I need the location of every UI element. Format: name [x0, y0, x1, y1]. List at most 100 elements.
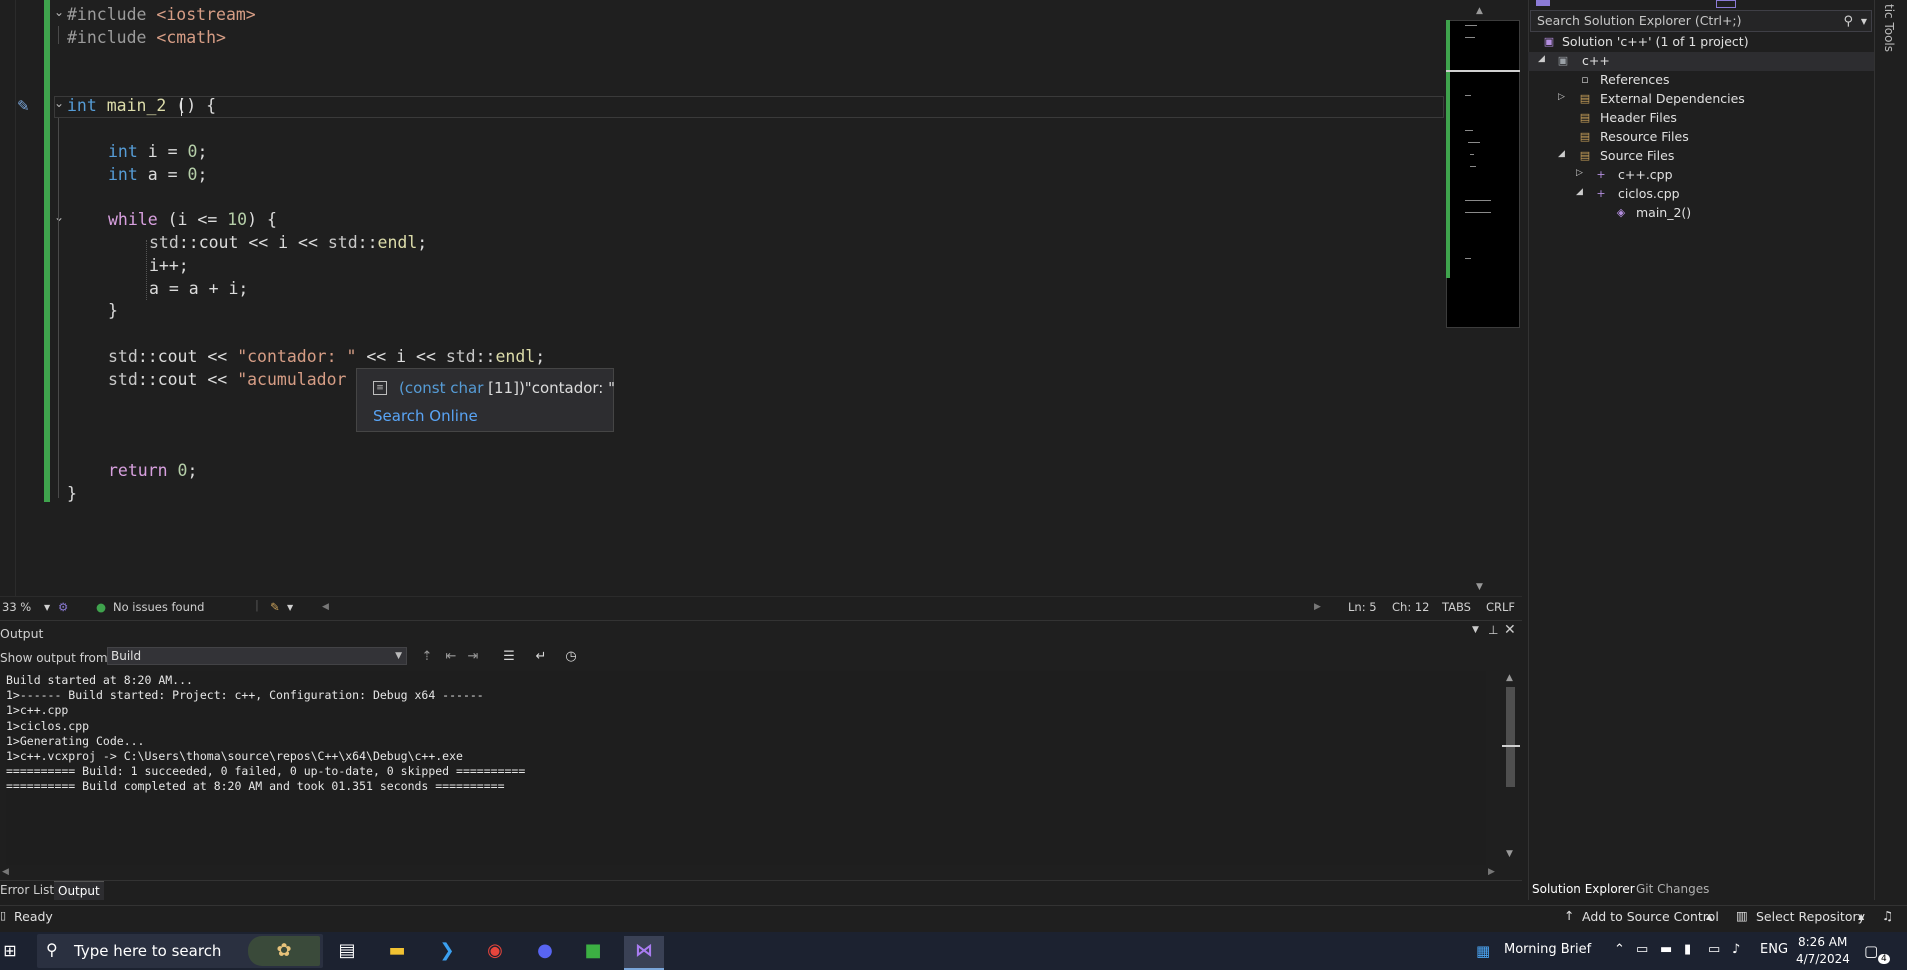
vscode-icon[interactable]: ❯ [430, 936, 464, 966]
notification-bell-icon[interactable]: ♫ [1882, 908, 1893, 923]
code-line[interactable]: a = a + i; [149, 278, 248, 300]
visual-studio-icon[interactable]: ⋈ [627, 936, 661, 966]
code-line[interactable]: #include <iostream> [67, 4, 256, 26]
fold-toggle-icon[interactable]: ⌄ [54, 5, 64, 19]
task-view-icon[interactable]: ▤ [330, 936, 364, 966]
toolbar-icon[interactable] [1716, 0, 1736, 8]
line-ending[interactable]: CRLF [1486, 600, 1515, 614]
news-widget-icon[interactable]: ▦ [1476, 942, 1490, 960]
windows-start-icon[interactable]: ⊞ [0, 932, 20, 970]
code-cleanup-icon[interactable]: ✎ [270, 600, 280, 614]
file-explorer-icon[interactable]: ▬ [380, 936, 414, 966]
weather-widget[interactable]: Morning Brief [1504, 942, 1591, 957]
pin-icon[interactable]: ⊥ [1488, 623, 1498, 637]
tree-item-resource-files[interactable]: ▤ Resource Files [1528, 128, 1874, 147]
next-message-icon[interactable]: ⇥ [464, 648, 482, 666]
tree-item-ciclos-file[interactable]: ◢ + ciclos.cpp [1528, 185, 1874, 204]
scroll-left-icon[interactable]: ◀ [322, 602, 329, 612]
code-line[interactable]: int a = 0; [108, 164, 207, 186]
upload-arrow-icon[interactable]: ↑ [1564, 908, 1574, 923]
tab-solution-explorer[interactable]: Solution Explorer [1532, 882, 1635, 896]
code-line[interactable]: int i = 0; [108, 141, 207, 163]
code-line[interactable]: std::cout << i << std::endl; [149, 232, 427, 254]
collapsed-arrow-icon[interactable]: ▷ [1558, 92, 1565, 102]
code-cleanup-brush-icon[interactable]: ✎ [17, 97, 37, 117]
scroll-up-icon[interactable]: ▲ [1506, 673, 1513, 683]
tree-item-references[interactable]: ▫ References [1528, 71, 1874, 90]
display-icon[interactable]: ▭ [1708, 942, 1720, 957]
code-minimap[interactable] [1446, 20, 1520, 328]
code-line[interactable]: int main_2 () { [67, 95, 216, 117]
select-repository[interactable]: Select Repository [1756, 909, 1865, 924]
add-to-source-control[interactable]: Add to Source Control [1582, 909, 1719, 924]
intellicode-icon[interactable]: ⚙ [58, 600, 68, 614]
output-text-area[interactable]: Build started at 8:20 AM... 1>------ Buil… [6, 671, 1486, 871]
scroll-right-icon[interactable]: ▶ [1314, 602, 1321, 612]
tree-item-header-files[interactable]: ▤ Header Files [1528, 109, 1874, 128]
toolbar-icon[interactable] [1536, 0, 1550, 6]
scroll-down-icon[interactable]: ▼ [1476, 582, 1483, 592]
code-line[interactable]: std::cout << "contador: " << i << std::e… [108, 346, 545, 368]
chevron-up-icon[interactable]: ▲ [1706, 912, 1712, 921]
cleanup-dropdown-icon[interactable]: ▼ [287, 603, 293, 612]
tree-item-source-files[interactable]: ◢ ▤ Source Files [1528, 147, 1874, 166]
output-source-select[interactable]: Build ▼ [107, 647, 407, 665]
tree-item-solution[interactable]: ▣ Solution 'c++' (1 of 1 project) [1528, 33, 1874, 52]
panel-menu-icon[interactable]: ▼ [1472, 625, 1479, 635]
indent-mode[interactable]: TABS [1442, 600, 1471, 614]
tree-item-external-dependencies[interactable]: ▷ ▤ External Dependencies [1528, 90, 1874, 109]
battery-icon[interactable]: ▮ [1684, 942, 1691, 957]
tab-error-list[interactable]: Error List [0, 883, 54, 897]
chevron-up-icon[interactable]: ⌃ [1614, 942, 1625, 957]
output-horizontal-scrollbar[interactable] [0, 865, 1500, 879]
language-indicator[interactable]: ENG [1760, 942, 1788, 957]
minecraft-icon[interactable]: ■ [576, 936, 610, 966]
clock-icon[interactable]: ◷ [562, 648, 580, 666]
issues-status[interactable]: No issues found [113, 600, 204, 614]
search-online-link[interactable]: Search Online [373, 407, 478, 425]
meet-icon[interactable]: ▭ [1636, 942, 1648, 957]
find-message-icon[interactable]: ⇡ [418, 648, 436, 666]
expanded-arrow-icon[interactable]: ◢ [1576, 187, 1583, 197]
scroll-left-icon[interactable]: ◀ [2, 867, 9, 877]
search-highlight-image-icon[interactable]: ✿ [248, 936, 320, 966]
output-scroll-thumb[interactable] [1506, 687, 1515, 787]
zoom-level[interactable]: 33 % [2, 600, 31, 614]
tree-item-function[interactable]: ◈ main_2() [1528, 204, 1874, 223]
chevron-up-icon[interactable]: ▲ [1858, 912, 1864, 921]
previous-message-icon[interactable]: ⇤ [442, 648, 460, 666]
clock-date[interactable]: 4/7/2024 [1796, 952, 1850, 966]
line-number[interactable]: Ln: 5 [1348, 600, 1377, 614]
chrome-icon[interactable]: ◉ [478, 936, 512, 966]
discord-icon[interactable]: ● [528, 936, 562, 966]
code-line[interactable]: } [108, 300, 118, 322]
minimap-viewport-marker[interactable] [1446, 70, 1520, 72]
chevron-down-icon[interactable]: ▼ [1861, 12, 1867, 32]
clock-time[interactable]: 8:26 AM [1798, 935, 1847, 949]
code-line[interactable]: std::cout << "acumulador [108, 369, 346, 391]
zoom-dropdown-icon[interactable]: ▼ [44, 603, 50, 612]
code-line[interactable]: while (i <= 10) { [108, 209, 277, 231]
collapsed-arrow-icon[interactable]: ▷ [1576, 168, 1583, 178]
close-icon[interactable]: ✕ [1504, 622, 1516, 638]
column-number[interactable]: Ch: 12 [1392, 600, 1429, 614]
repository-icon[interactable]: ▥ [1736, 908, 1748, 923]
clear-all-icon[interactable]: ☰ [500, 648, 518, 666]
volume-icon[interactable]: ♪ [1732, 942, 1740, 957]
network-icon[interactable]: ▬ [1660, 942, 1672, 957]
code-line[interactable]: i++; [149, 255, 189, 277]
fold-toggle-icon[interactable]: ⌄ [54, 210, 64, 224]
solution-explorer-search-input[interactable]: Search Solution Explorer (Ctrl+;) ⚲ ▼ [1530, 10, 1872, 32]
word-wrap-icon[interactable]: ↵ [532, 648, 550, 666]
scroll-up-icon[interactable]: ▲ [1476, 6, 1483, 16]
side-tool-tab[interactable]: tic Tools [1882, 4, 1896, 52]
scroll-down-icon[interactable]: ▼ [1506, 849, 1513, 859]
expanded-arrow-icon[interactable]: ◢ [1538, 54, 1545, 64]
tab-git-changes[interactable]: Git Changes [1636, 882, 1709, 896]
notification-center-icon[interactable]: ▢ [1864, 942, 1878, 960]
tree-item-project[interactable]: ◢ ▣ c++ [1528, 52, 1874, 71]
code-line[interactable]: return 0; [108, 460, 197, 482]
code-line[interactable]: #include <cmath> [67, 27, 226, 49]
tree-item-cpp-file[interactable]: ▷ + c++.cpp [1528, 166, 1874, 185]
scroll-right-icon[interactable]: ▶ [1488, 867, 1495, 877]
